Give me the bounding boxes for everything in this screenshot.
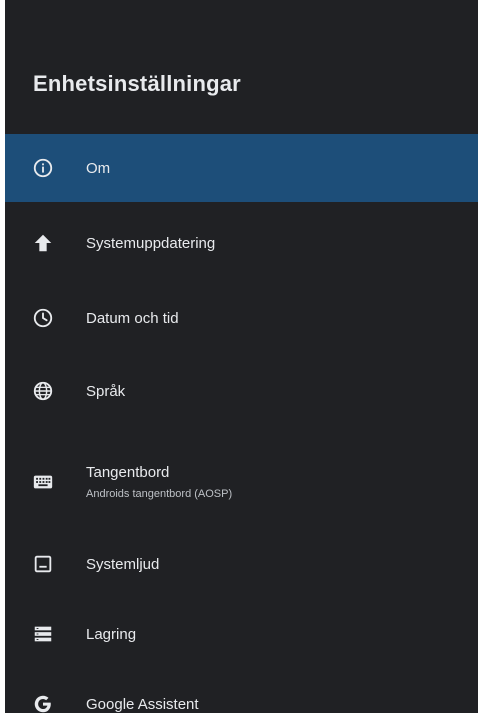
keyboard-icon [31, 470, 55, 494]
storage-icon [31, 622, 55, 646]
menu-item-om[interactable]: Om [5, 134, 478, 202]
menu-item-label: Språk [86, 382, 126, 400]
globe-icon [31, 379, 55, 403]
menu-item-datum-och-tid[interactable]: Datum och tid [5, 284, 478, 352]
google-icon [31, 692, 55, 713]
settings-panel: Enhetsinställningar Om Systemuppdatering… [5, 0, 478, 713]
clock-icon [31, 306, 55, 330]
menu-item-label: Tangentbord [86, 464, 170, 481]
menu-item-label: Datum och tid [86, 309, 179, 327]
menu-item-label: Google Assistent [86, 695, 199, 713]
arrow-up-icon [31, 231, 55, 255]
menu-item-google-assistent[interactable]: Google Assistent [5, 670, 478, 713]
menu-item-tangentbord[interactable]: Tangentbord Androids tangentbord (AOSP) [5, 442, 478, 522]
menu-item-label: Systemuppdatering [86, 234, 216, 252]
menu-item-label: Om [86, 159, 111, 177]
menu-item-sprak[interactable]: Språk [5, 357, 478, 425]
menu-item-lagring[interactable]: Lagring [5, 600, 478, 668]
image-icon [31, 552, 55, 576]
menu-item-label: Systemljud [86, 555, 160, 573]
menu-item-systemljud[interactable]: Systemljud [5, 530, 478, 598]
menu-item-label: Lagring [86, 625, 137, 643]
menu-item-systemuppdatering[interactable]: Systemuppdatering [5, 209, 478, 277]
info-icon [31, 156, 55, 180]
page-title: Enhetsinställningar [33, 71, 241, 96]
menu-item-sublabel: Androids tangentbord (AOSP) [86, 488, 233, 500]
